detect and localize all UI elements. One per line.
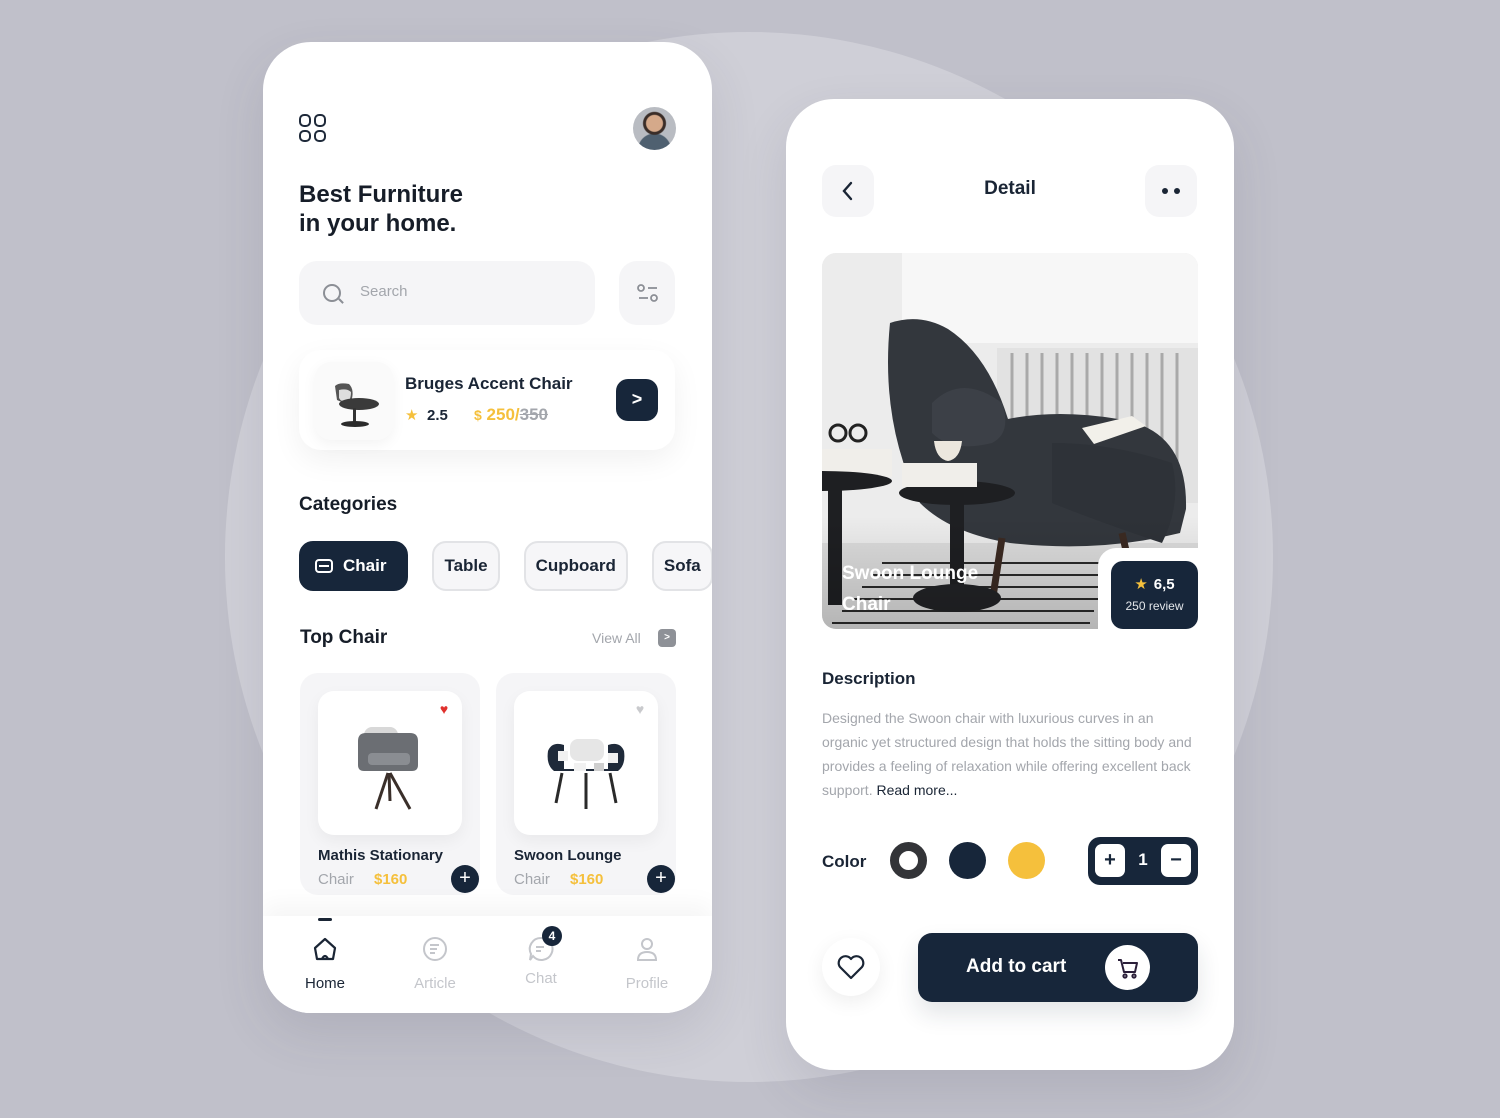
plus-icon: +: [655, 867, 667, 889]
product-price: $160: [570, 871, 604, 888]
cart-icon-circle: [1105, 945, 1150, 990]
product-name: Swoon Lounge Chair: [842, 558, 978, 620]
product-image: ♥: [318, 691, 462, 835]
view-all-arrow-icon[interactable]: >: [658, 629, 676, 647]
color-label: Color: [822, 852, 867, 871]
current-price: 250/: [486, 405, 520, 424]
filter-button[interactable]: [619, 261, 675, 325]
detail-screen: Detail Swoon Lounge Chair ★ 6,5 250 revi…: [786, 99, 1234, 1070]
color-swatch-yellow[interactable]: [1008, 842, 1045, 879]
featured-price: $ 250/350: [474, 405, 548, 425]
nav-profile[interactable]: Profile: [607, 936, 687, 992]
add-product-button[interactable]: +: [451, 865, 479, 893]
headline-line-1: Best Furniture: [299, 181, 464, 208]
category-label: Cupboard: [535, 556, 616, 575]
favorite-button[interactable]: [822, 938, 880, 996]
headline-line-2: in your home.: [299, 210, 457, 237]
category-label: Chair: [343, 556, 387, 575]
product-image: ♥: [514, 691, 658, 835]
product-name-line-2: Chair: [842, 594, 891, 615]
read-more-link[interactable]: Read more...: [876, 782, 957, 798]
nav-label: Chat: [525, 970, 557, 987]
plus-icon: +: [459, 867, 471, 889]
home-screen: Best Furniture in your home. Search Brug…: [263, 42, 712, 1013]
open-product-button[interactable]: >: [616, 379, 658, 421]
top-chair-title: Top Chair: [300, 627, 388, 648]
product-card[interactable]: ♥ Swoon Lounge Chair $160 +: [496, 673, 676, 895]
swivel-chair-image: [335, 383, 379, 427]
nav-home[interactable]: Home: [285, 936, 365, 992]
featured-product-title: Bruges Accent Chair: [405, 374, 573, 393]
chevron-right-icon: >: [631, 389, 643, 409]
more-dots-icon: [1162, 188, 1180, 194]
product-category: Chair: [514, 871, 550, 888]
category-list: Chair Table Cupboard Sofa: [299, 541, 712, 591]
featured-product-card[interactable]: Bruges Accent Chair ★ 2.5 $ 250/350 >: [299, 350, 675, 450]
filter-icon: [637, 284, 658, 302]
product-category: Chair: [318, 871, 354, 888]
nav-article[interactable]: Article: [395, 936, 475, 992]
search-icon: [323, 284, 341, 302]
star-icon: ★: [1134, 576, 1148, 593]
add-to-cart-button[interactable]: Add to cart: [918, 933, 1198, 1002]
category-cupboard[interactable]: Cupboard: [523, 541, 628, 591]
increment-button[interactable]: +: [1095, 844, 1125, 877]
page-headline: Best Furniture in your home.: [299, 180, 463, 238]
category-label: Table: [444, 556, 488, 575]
cart-icon: [1118, 959, 1138, 979]
quantity-value: 1: [1138, 850, 1148, 869]
rating-value: 6,5: [1153, 576, 1175, 593]
favorite-heart-icon[interactable]: ♥: [432, 697, 456, 721]
search-input[interactable]: Search: [299, 261, 595, 325]
nav-chat[interactable]: 4 Chat: [501, 926, 581, 987]
description-title: Description: [822, 669, 916, 688]
scroll-indicator: [318, 918, 332, 921]
profile-icon: [636, 938, 658, 961]
search-placeholder: Search: [360, 283, 408, 300]
product-name: Swoon Lounge: [514, 847, 622, 864]
minus-icon: −: [1170, 849, 1182, 871]
category-sofa[interactable]: Sofa: [651, 541, 712, 591]
description-text: Designed the Swoon chair with luxurious …: [822, 706, 1202, 802]
article-icon: [423, 937, 447, 961]
product-name-line-1: Swoon Lounge: [842, 563, 979, 584]
bottom-navigation: Home Article 4 Chat Profile: [263, 916, 712, 1013]
plus-icon: +: [1104, 849, 1116, 871]
add-to-cart-label: Add to cart: [966, 956, 1067, 977]
product-price: $160: [374, 871, 408, 888]
menu-grid-icon[interactable]: [299, 114, 327, 142]
currency-symbol: $: [474, 407, 482, 423]
add-product-button[interactable]: +: [647, 865, 675, 893]
categories-title: Categories: [299, 494, 398, 515]
more-options-button[interactable]: [1145, 165, 1197, 217]
nav-label: Article: [414, 975, 456, 992]
old-price: 350: [519, 405, 548, 424]
category-chair[interactable]: Chair: [299, 541, 409, 591]
chat-icon-wrap: 4: [528, 926, 562, 962]
featured-product-image: [315, 362, 393, 440]
chair-icon: [315, 559, 333, 573]
featured-rating: 2.5: [427, 407, 448, 424]
view-all-link[interactable]: View All: [592, 630, 641, 646]
star-icon: ★: [405, 407, 419, 424]
heart-icon: [837, 955, 865, 980]
rating-badge: ★ 6,5 250 review: [1111, 561, 1198, 629]
nav-label: Home: [304, 975, 345, 992]
product-name: Mathis Stationary: [318, 847, 444, 864]
product-card[interactable]: ♥ Mathis Stationary Chair $160 +: [300, 673, 480, 895]
home-icon: [313, 937, 337, 961]
category-table[interactable]: Table: [432, 541, 500, 591]
quantity-stepper: + 1 −: [1088, 837, 1198, 885]
user-avatar[interactable]: [633, 107, 676, 150]
chat-badge: 4: [542, 926, 562, 946]
nav-label: Profile: [625, 975, 669, 992]
color-swatch-navy[interactable]: [949, 842, 986, 879]
review-count: 250 review: [1125, 599, 1184, 613]
color-swatch-dark-gray-selected[interactable]: [890, 842, 927, 879]
category-label: Sofa: [663, 556, 701, 575]
decrement-button[interactable]: −: [1161, 844, 1191, 877]
favorite-heart-icon[interactable]: ♥: [628, 697, 652, 721]
